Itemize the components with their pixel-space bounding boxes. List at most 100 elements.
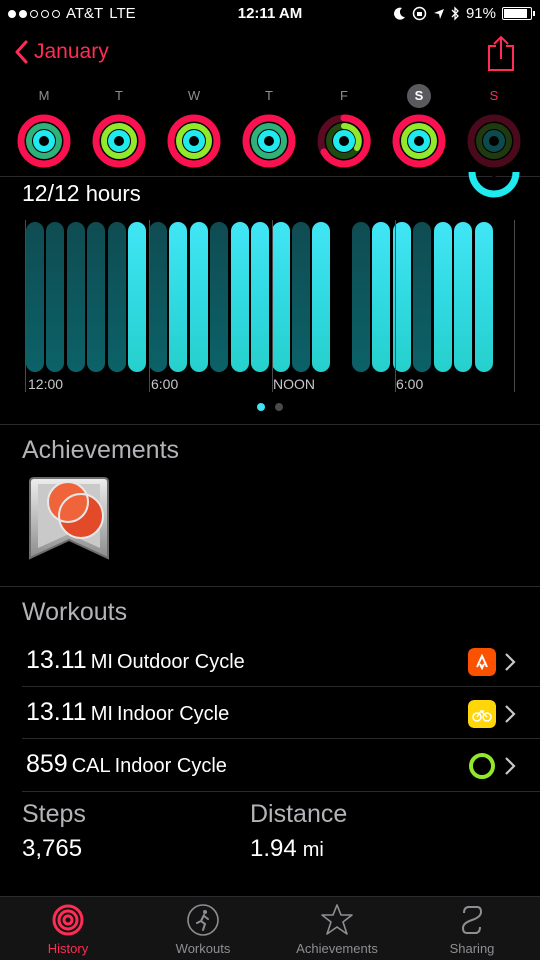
hour-bar [128,222,146,372]
tab-label: Sharing [449,941,495,956]
tab-sharing[interactable]: Sharing [407,903,537,956]
tab-label: History [47,941,89,956]
battery-icon [502,7,535,20]
tab-bar: History Workouts Achievements Sharing [0,896,540,960]
share-button[interactable] [486,34,516,77]
hour-bar [292,222,310,372]
activity-rings-icon [392,114,446,168]
workout-ring-icon [469,753,495,779]
chevron-left-icon [15,40,28,64]
workout-name: Indoor Cycle [114,755,227,777]
tab-label: Workouts [175,941,231,956]
divider [0,586,540,587]
week-strip: M T W T F S S [0,84,540,174]
activity-rings-icon [317,114,371,168]
workout-row[interactable]: 13.11 MI Outdoor Cycle [26,638,520,690]
strava-icon [468,648,496,676]
chart-gridline [25,220,26,392]
achievement-badge[interactable] [26,474,112,569]
distance-label: Distance [250,800,348,828]
workout-value: 13.11 [26,698,87,726]
hour-bar [454,222,472,372]
divider [0,176,540,177]
history-rings-icon [52,904,84,936]
workout-name: Outdoor Cycle [116,651,245,673]
hour-bar [413,222,431,372]
share-icon [488,35,514,71]
steps-stat: Steps 3,765 [22,800,86,863]
chevron-right-icon [505,705,516,723]
page-control[interactable] [0,403,540,411]
day-wednesday[interactable]: W [164,84,224,168]
activity-rings-icon [17,114,71,168]
distance-unit: mi [302,839,324,861]
day-letter: T [115,88,123,103]
day-letter: S [489,88,499,103]
day-tuesday[interactable]: T [89,84,149,168]
chevron-right-icon [505,653,516,671]
hour-bar [352,222,370,372]
location-icon [433,8,444,19]
day-letter: F [340,88,348,103]
chevron-right-icon [505,757,516,775]
workout-unit: MI [90,703,113,725]
sharing-icon [461,906,483,934]
cycling-app-icon [468,700,496,728]
battery-percent: 91% [465,5,496,22]
workout-value: 859 [26,750,68,778]
page-dot [275,403,283,411]
achievement-badge-icon [29,477,109,560]
row-separator [22,738,540,739]
chart-gridline [272,220,273,392]
hour-bar [372,222,390,372]
workout-row[interactable]: 13.11 MI Indoor Cycle [26,690,520,742]
activity-rings-icon [167,114,221,168]
day-saturday[interactable]: S [389,84,449,168]
x-tick-label: NOON [273,376,315,392]
workout-unit: MI [90,651,113,673]
x-tick-label: 6:00 [396,376,424,392]
star-badge-icon [321,904,353,935]
hour-bar [210,222,228,372]
distance-stat: Distance 1.94 mi [250,800,347,863]
bluetooth-icon [451,6,459,21]
hour-bar [26,222,44,372]
day-letter: S [407,84,431,108]
x-tick-label: 6:00 [151,376,179,392]
workout-row[interactable]: 859 CAL Indoor Cycle [26,742,520,794]
stand-hours-chart: 12:00 6:00 NOON 6:00 [22,220,518,400]
rotation-lock-icon [412,6,427,21]
workout-value: 13.11 [26,646,87,674]
navigation-bar: January [0,30,540,80]
stand-ring-icon [468,171,520,198]
workouts-title: Workouts [22,598,128,626]
stand-hours-summary: 12/12 hours [22,180,141,207]
hour-bar [434,222,452,372]
day-thursday[interactable]: T [239,84,299,168]
distance-value: 1.94 [250,835,297,862]
chart-gridline [514,220,515,392]
tab-label: Achievements [296,941,378,956]
back-button[interactable]: January [14,40,109,64]
steps-value: 3,765 [22,835,83,862]
row-separator [22,791,540,792]
hour-bar [251,222,269,372]
stand-hours-unit: hours [85,181,141,206]
hour-bar [231,222,249,372]
divider [0,424,540,425]
tab-history[interactable]: History [3,903,133,956]
day-sunday[interactable]: S [464,84,524,168]
tab-achievements[interactable]: Achievements [272,903,402,956]
workout-unit: CAL [71,755,111,777]
chart-gridline [395,220,396,392]
day-monday[interactable]: M [14,84,74,168]
hour-bar [149,222,167,372]
day-friday[interactable]: F [314,84,374,168]
tab-workouts[interactable]: Workouts [138,903,268,956]
x-tick-label: 12:00 [28,376,64,392]
running-figure-icon [187,904,219,936]
hour-bar [67,222,85,372]
hour-bar [272,222,290,372]
day-letter: M [38,88,50,103]
workout-name: Indoor Cycle [116,703,230,725]
